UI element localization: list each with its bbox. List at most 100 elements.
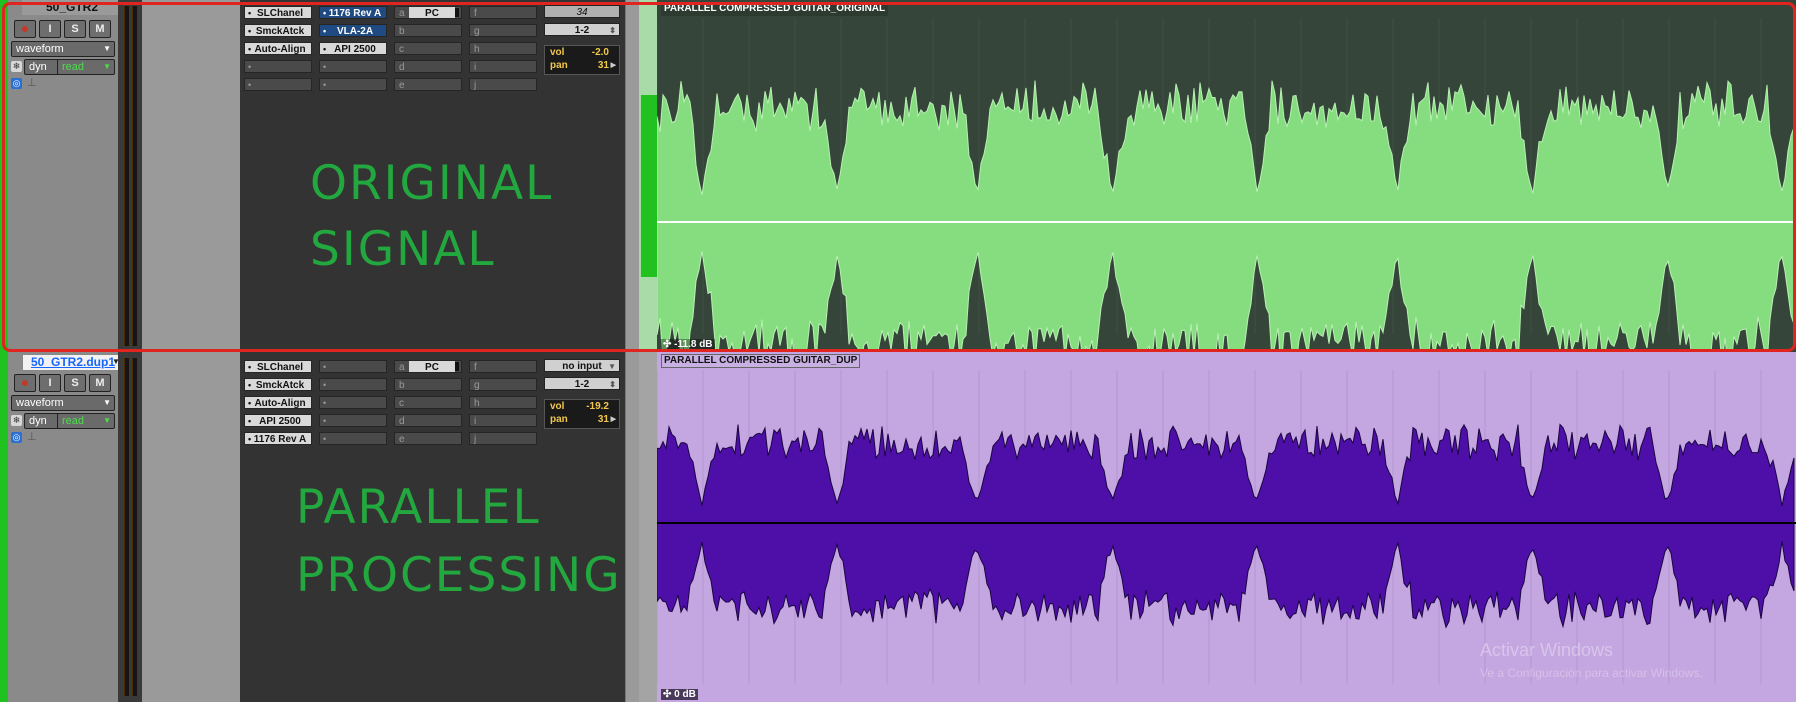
send-e[interactable]: e (394, 432, 462, 445)
automation-state-select[interactable]: read ▼ (57, 59, 115, 75)
snowflake-icon[interactable]: ❄ (11, 61, 22, 72)
send-b[interactable]: b (394, 378, 462, 391)
send-e[interactable]: e (394, 78, 462, 91)
clip-name[interactable]: PARALLEL COMPRESSED GUITAR_DUP (661, 354, 861, 368)
solo-button[interactable]: S (64, 20, 86, 38)
track-name[interactable]: 50_GTR2.dup1 (22, 354, 124, 371)
io-input-select[interactable]: no input ▼ (544, 359, 620, 372)
playlist-icon[interactable]: ◎ (11, 78, 22, 89)
insert-b[interactable]: • SmckAtck (244, 24, 312, 37)
insert-j[interactable]: • (319, 432, 387, 445)
bypass-dot-icon: • (323, 62, 327, 72)
input-monitor-button[interactable]: I (39, 374, 61, 392)
record-button[interactable]: ● (14, 20, 36, 38)
io-output-value: 1-2 (574, 379, 590, 390)
send-c[interactable]: c (394, 396, 462, 409)
send-f[interactable]: f (469, 360, 537, 373)
track-original: 50_GTR2 ● I S M waveform ▼ ❄ dyn read ▼ ◎ … (0, 0, 1796, 352)
snowflake-icon[interactable]: ❄ (11, 415, 22, 426)
mute-button[interactable]: M (89, 20, 111, 38)
send-a[interactable]: a PC (394, 6, 462, 19)
meter-left (124, 6, 129, 346)
io-output-select[interactable]: 1-2 ⬍ (544, 377, 620, 390)
insert-c[interactable]: • Auto-Align (244, 42, 312, 55)
send-h[interactable]: h (469, 42, 537, 55)
io-input-select[interactable]: 34 (544, 5, 620, 18)
playlist-icon[interactable]: ◎ (11, 432, 22, 443)
panel-divider[interactable] (625, 352, 640, 702)
record-button[interactable]: ● (14, 374, 36, 392)
automation-mode-button[interactable]: dyn (24, 59, 60, 75)
panel-divider[interactable] (625, 0, 640, 352)
send-d[interactable]: d (394, 60, 462, 73)
insert-i[interactable]: • (319, 60, 387, 73)
automation-mode-button[interactable]: dyn (24, 413, 60, 429)
insert-a[interactable]: • SLChanel (244, 6, 312, 19)
send-h[interactable]: h (469, 396, 537, 409)
vol-pan-display[interactable]: vol -2.0 pan 31 ▶ (544, 45, 620, 75)
insert-c[interactable]: • Auto-Align (244, 396, 312, 409)
insert-e[interactable]: • (244, 78, 312, 91)
vol-row: vol -19.2 (545, 400, 619, 413)
insert-c-label: Auto-Align (254, 398, 306, 409)
insert-e[interactable]: • 1176 Rev A (244, 432, 312, 445)
chevron-updown-icon: ⬍ (609, 380, 616, 389)
annotation-label-line2: SIGNAL (310, 222, 496, 277)
send-g[interactable]: g (469, 378, 537, 391)
send-g[interactable]: g (469, 24, 537, 37)
clip-gain-value: -11.8 dB (674, 339, 713, 350)
clip-level-strip (641, 95, 657, 277)
mute-button[interactable]: M (89, 374, 111, 392)
track-name[interactable]: 50_GTR2 (22, 0, 122, 15)
input-monitor-button[interactable]: I (39, 20, 61, 38)
send-i[interactable]: i (469, 60, 537, 73)
track-duplicate: 50_GTR2.dup1 ▼ ● I S M waveform ▼ ❄ dyn r… (0, 352, 1796, 702)
insert-g[interactable]: • VLA-2A (319, 24, 387, 37)
send-c[interactable]: c (394, 42, 462, 55)
io-output-select[interactable]: 1-2 ⬍ (544, 23, 620, 36)
insert-h[interactable]: • (319, 396, 387, 409)
send-a-prefix: a (399, 8, 405, 19)
pan-value: 31 (597, 414, 609, 425)
bypass-dot-icon: • (323, 434, 327, 444)
clip-lane-strip (639, 352, 657, 702)
send-b[interactable]: b (394, 24, 462, 37)
insert-f[interactable]: • 1176 Rev A (319, 6, 387, 19)
send-j[interactable]: j (469, 432, 537, 445)
automation-state-select[interactable]: read ▼ (57, 413, 115, 429)
insert-d[interactable]: • (244, 60, 312, 73)
track-view-value: waveform (16, 43, 64, 55)
send-f[interactable]: f (469, 6, 537, 19)
insert-b[interactable]: • SmckAtck (244, 378, 312, 391)
bypass-dot-icon: • (248, 26, 252, 36)
insert-f[interactable]: • (319, 360, 387, 373)
send-j[interactable]: j (469, 78, 537, 91)
insert-d[interactable]: • API 2500 (244, 414, 312, 427)
track-view-select[interactable]: waveform ▼ (11, 395, 115, 411)
insert-a[interactable]: • SLChanel (244, 360, 312, 373)
send-a[interactable]: a PC (394, 360, 462, 373)
insert-g[interactable]: • (319, 378, 387, 391)
insert-i[interactable]: • (319, 414, 387, 427)
bypass-dot-icon: • (248, 80, 252, 90)
insert-j[interactable]: • (319, 78, 387, 91)
bypass-dot-icon: • (323, 416, 327, 426)
annotation-label-line1: ORIGINAL (310, 156, 554, 211)
send-i[interactable]: i (469, 414, 537, 427)
solo-button[interactable]: S (64, 374, 86, 392)
chevron-down-icon: ▼ (103, 44, 111, 53)
clip-gain[interactable]: ✣ -11.8 dB (661, 339, 715, 350)
vol-row: vol -2.0 (545, 46, 619, 59)
clip-name[interactable]: PARALLEL COMPRESSED GUITAR_ORIGINAL (661, 2, 889, 16)
insert-h[interactable]: • API 2500 (319, 42, 387, 55)
vol-pan-display[interactable]: vol -19.2 pan 31 ▶ (544, 399, 620, 429)
bypass-dot-icon: • (248, 62, 252, 72)
clip-gain[interactable]: ✣ 0 dB (661, 689, 698, 700)
insert-f-label: 1176 Rev A (328, 8, 382, 19)
track-color-bar (0, 352, 8, 702)
track-view-select[interactable]: waveform ▼ (11, 41, 115, 57)
send-meter (455, 8, 459, 17)
send-d[interactable]: d (394, 414, 462, 427)
annotation-label-line2: PROCESSING (296, 548, 622, 603)
track-controls: 50_GTR2.dup1 ▼ ● I S M waveform ▼ ❄ dyn r… (8, 352, 124, 702)
